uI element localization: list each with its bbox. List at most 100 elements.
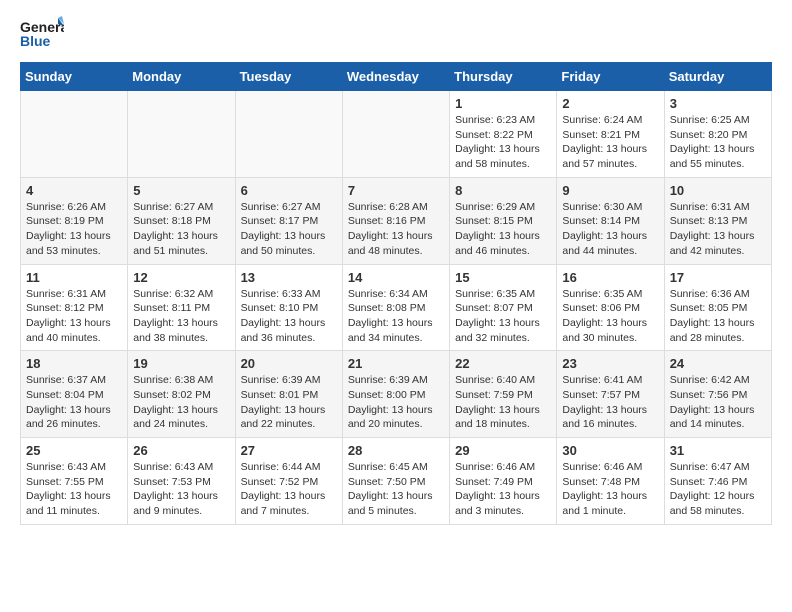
day-number: 18 <box>26 356 123 371</box>
col-header-tuesday: Tuesday <box>235 63 342 91</box>
day-number: 5 <box>133 183 230 198</box>
calendar-cell: 22 Sunrise: 6:40 AMSunset: 7:59 PMDayligh… <box>450 351 557 438</box>
svg-text:Blue: Blue <box>20 33 51 49</box>
col-header-friday: Friday <box>557 63 664 91</box>
day-number: 26 <box>133 443 230 458</box>
calendar-cell: 16 Sunrise: 6:35 AMSunset: 8:06 PMDayligh… <box>557 264 664 351</box>
cell-content: Sunrise: 6:30 AMSunset: 8:14 PMDaylight:… <box>562 200 659 259</box>
calendar-cell: 28 Sunrise: 6:45 AMSunset: 7:50 PMDayligh… <box>342 438 449 525</box>
cell-content: Sunrise: 6:23 AMSunset: 8:22 PMDaylight:… <box>455 113 552 172</box>
calendar-cell <box>21 91 128 178</box>
calendar-cell: 7Sunrise: 6:28 AMSunset: 8:16 PMDaylight… <box>342 177 449 264</box>
week-row-4: 18 Sunrise: 6:37 AMSunset: 8:04 PMDayligh… <box>21 351 772 438</box>
col-header-saturday: Saturday <box>664 63 771 91</box>
calendar-cell: 4Sunrise: 6:26 AMSunset: 8:19 PMDaylight… <box>21 177 128 264</box>
header: General Blue <box>20 16 772 52</box>
calendar-table: SundayMondayTuesdayWednesdayThursdayFrid… <box>20 62 772 525</box>
week-row-5: 25 Sunrise: 6:43 AMSunset: 7:55 PMDayligh… <box>21 438 772 525</box>
cell-content: Sunrise: 6:27 AMSunset: 8:17 PMDaylight:… <box>241 200 338 259</box>
day-number: 16 <box>562 270 659 285</box>
day-number: 20 <box>241 356 338 371</box>
calendar-cell <box>342 91 449 178</box>
calendar-cell: 17 Sunrise: 6:36 AMSunset: 8:05 PMDayligh… <box>664 264 771 351</box>
day-number: 31 <box>670 443 767 458</box>
calendar-cell: 20 Sunrise: 6:39 AMSunset: 8:01 PMDayligh… <box>235 351 342 438</box>
calendar-cell: 26 Sunrise: 6:43 AMSunset: 7:53 PMDayligh… <box>128 438 235 525</box>
cell-content: Sunrise: 6:31 AMSunset: 8:12 PMDaylight:… <box>26 287 123 346</box>
cell-content: Sunrise: 6:35 AMSunset: 8:07 PMDaylight:… <box>455 287 552 346</box>
cell-content: Sunrise: 6:38 AMSunset: 8:02 PMDaylight:… <box>133 373 230 432</box>
cell-content: Sunrise: 6:46 AMSunset: 7:49 PMDaylight:… <box>455 460 552 519</box>
day-number: 29 <box>455 443 552 458</box>
day-number: 15 <box>455 270 552 285</box>
calendar-cell: 6 Sunrise: 6:27 AMSunset: 8:17 PMDaylight… <box>235 177 342 264</box>
col-header-monday: Monday <box>128 63 235 91</box>
calendar-cell: 9 Sunrise: 6:30 AMSunset: 8:14 PMDaylight… <box>557 177 664 264</box>
cell-content: Sunrise: 6:27 AMSunset: 8:18 PMDaylight:… <box>133 200 230 259</box>
cell-content: Sunrise: 6:47 AMSunset: 7:46 PMDaylight:… <box>670 460 767 519</box>
header-row: SundayMondayTuesdayWednesdayThursdayFrid… <box>21 63 772 91</box>
day-number: 23 <box>562 356 659 371</box>
logo: General Blue <box>20 16 64 52</box>
calendar-cell <box>235 91 342 178</box>
cell-content: Sunrise: 6:35 AMSunset: 8:06 PMDaylight:… <box>562 287 659 346</box>
calendar-cell: 10Sunrise: 6:31 AMSunset: 8:13 PMDayligh… <box>664 177 771 264</box>
calendar-cell: 18 Sunrise: 6:37 AMSunset: 8:04 PMDayligh… <box>21 351 128 438</box>
calendar-cell: 8 Sunrise: 6:29 AMSunset: 8:15 PMDaylight… <box>450 177 557 264</box>
day-number: 6 <box>241 183 338 198</box>
day-number: 12 <box>133 270 230 285</box>
calendar-cell: 27 Sunrise: 6:44 AMSunset: 7:52 PMDayligh… <box>235 438 342 525</box>
calendar-cell: 11Sunrise: 6:31 AMSunset: 8:12 PMDayligh… <box>21 264 128 351</box>
cell-content: Sunrise: 6:25 AMSunset: 8:20 PMDaylight:… <box>670 113 767 172</box>
day-number: 2 <box>562 96 659 111</box>
day-number: 17 <box>670 270 767 285</box>
day-number: 25 <box>26 443 123 458</box>
calendar-cell <box>128 91 235 178</box>
cell-content: Sunrise: 6:28 AMSunset: 8:16 PMDaylight:… <box>348 200 445 259</box>
calendar-cell: 2 Sunrise: 6:24 AMSunset: 8:21 PMDaylight… <box>557 91 664 178</box>
cell-content: Sunrise: 6:37 AMSunset: 8:04 PMDaylight:… <box>26 373 123 432</box>
day-number: 8 <box>455 183 552 198</box>
calendar-cell: 14Sunrise: 6:34 AMSunset: 8:08 PMDayligh… <box>342 264 449 351</box>
day-number: 4 <box>26 183 123 198</box>
day-number: 22 <box>455 356 552 371</box>
cell-content: Sunrise: 6:46 AMSunset: 7:48 PMDaylight:… <box>562 460 659 519</box>
calendar-cell: 13Sunrise: 6:33 AMSunset: 8:10 PMDayligh… <box>235 264 342 351</box>
cell-content: Sunrise: 6:29 AMSunset: 8:15 PMDaylight:… <box>455 200 552 259</box>
cell-content: Sunrise: 6:43 AMSunset: 7:55 PMDaylight:… <box>26 460 123 519</box>
day-number: 27 <box>241 443 338 458</box>
day-number: 19 <box>133 356 230 371</box>
day-number: 24 <box>670 356 767 371</box>
cell-content: Sunrise: 6:39 AMSunset: 8:01 PMDaylight:… <box>241 373 338 432</box>
calendar-cell: 29 Sunrise: 6:46 AMSunset: 7:49 PMDayligh… <box>450 438 557 525</box>
cell-content: Sunrise: 6:44 AMSunset: 7:52 PMDaylight:… <box>241 460 338 519</box>
calendar-cell: 5 Sunrise: 6:27 AMSunset: 8:18 PMDaylight… <box>128 177 235 264</box>
calendar-cell: 31 Sunrise: 6:47 AMSunset: 7:46 PMDayligh… <box>664 438 771 525</box>
cell-content: Sunrise: 6:40 AMSunset: 7:59 PMDaylight:… <box>455 373 552 432</box>
calendar-cell: 30 Sunrise: 6:46 AMSunset: 7:48 PMDayligh… <box>557 438 664 525</box>
calendar-cell: 24 Sunrise: 6:42 AMSunset: 7:56 PMDayligh… <box>664 351 771 438</box>
day-number: 21 <box>348 356 445 371</box>
calendar-cell: 19 Sunrise: 6:38 AMSunset: 8:02 PMDayligh… <box>128 351 235 438</box>
cell-content: Sunrise: 6:45 AMSunset: 7:50 PMDaylight:… <box>348 460 445 519</box>
day-number: 1 <box>455 96 552 111</box>
cell-content: Sunrise: 6:34 AMSunset: 8:08 PMDaylight:… <box>348 287 445 346</box>
cell-content: Sunrise: 6:32 AMSunset: 8:11 PMDaylight:… <box>133 287 230 346</box>
week-row-2: 4Sunrise: 6:26 AMSunset: 8:19 PMDaylight… <box>21 177 772 264</box>
col-header-thursday: Thursday <box>450 63 557 91</box>
col-header-wednesday: Wednesday <box>342 63 449 91</box>
col-header-sunday: Sunday <box>21 63 128 91</box>
day-number: 30 <box>562 443 659 458</box>
calendar-cell: 25 Sunrise: 6:43 AMSunset: 7:55 PMDayligh… <box>21 438 128 525</box>
day-number: 10 <box>670 183 767 198</box>
day-number: 9 <box>562 183 659 198</box>
day-number: 28 <box>348 443 445 458</box>
cell-content: Sunrise: 6:36 AMSunset: 8:05 PMDaylight:… <box>670 287 767 346</box>
cell-content: Sunrise: 6:24 AMSunset: 8:21 PMDaylight:… <box>562 113 659 172</box>
week-row-3: 11Sunrise: 6:31 AMSunset: 8:12 PMDayligh… <box>21 264 772 351</box>
calendar-cell: 12 Sunrise: 6:32 AMSunset: 8:11 PMDayligh… <box>128 264 235 351</box>
cell-content: Sunrise: 6:42 AMSunset: 7:56 PMDaylight:… <box>670 373 767 432</box>
cell-content: Sunrise: 6:43 AMSunset: 7:53 PMDaylight:… <box>133 460 230 519</box>
cell-content: Sunrise: 6:39 AMSunset: 8:00 PMDaylight:… <box>348 373 445 432</box>
cell-content: Sunrise: 6:41 AMSunset: 7:57 PMDaylight:… <box>562 373 659 432</box>
